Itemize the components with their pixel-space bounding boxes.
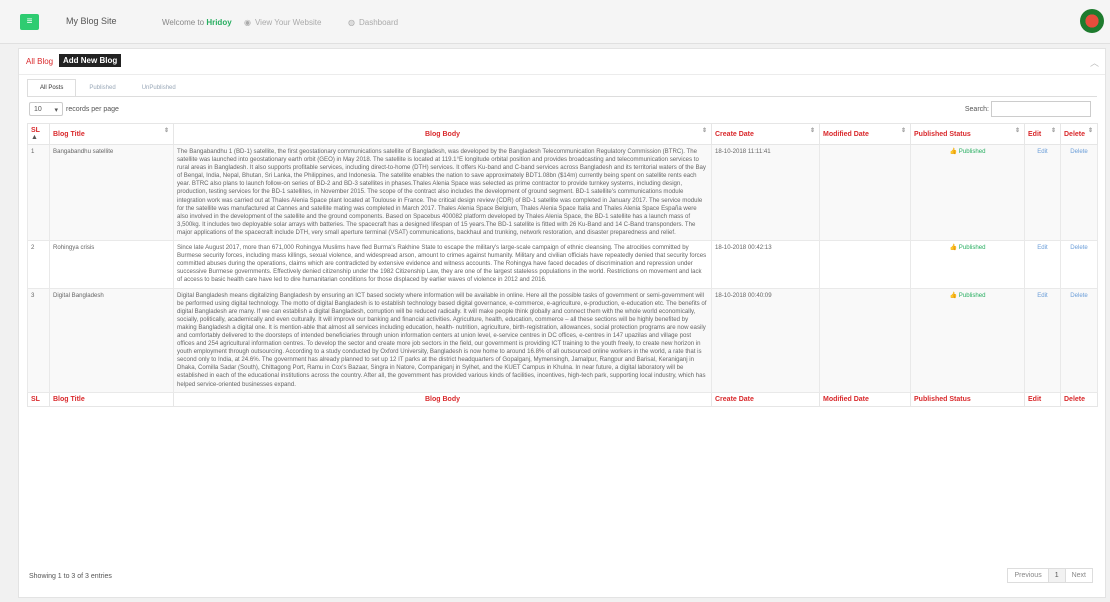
cell-create-date: 18-10-2018 00:42:13 (711, 240, 820, 289)
table-footer-row: SL Blog Title Blog Body Create Date Modi… (27, 391, 1098, 407)
welcome-prefix: Welcome to (162, 18, 207, 27)
records-label: records per page (66, 105, 119, 113)
search-input[interactable] (991, 101, 1091, 117)
panel-title: All Blog (26, 57, 54, 66)
cell-modified-date (819, 143, 911, 242)
status-badge: Published (958, 291, 986, 299)
thumbs-up-icon: 👍 (949, 291, 958, 299)
add-new-blog-button[interactable]: Add New Blog (59, 54, 122, 67)
status-badge: Published (958, 244, 986, 252)
delete-link[interactable]: Delete (1060, 143, 1098, 242)
page-1-button[interactable]: 1 (1047, 568, 1066, 583)
previous-button[interactable]: Previous (1007, 568, 1049, 583)
header-modified-date[interactable]: Modified Date ⇕ (819, 123, 911, 145)
records-value: 10 (34, 106, 42, 113)
tab-all-posts[interactable]: All Posts (27, 79, 77, 97)
thumbs-up-icon: 👍 (949, 244, 958, 252)
cell-body: Digital Bangladesh means digitalizing Ba… (173, 287, 712, 393)
cell-status: 👍 Published (910, 240, 1025, 289)
cell-status: 👍 Published (910, 287, 1025, 393)
header-status[interactable]: Published Status ⇕ (910, 123, 1025, 145)
user-name: Hridoy (206, 18, 232, 27)
edit-link[interactable]: Edit (1024, 240, 1061, 289)
header-body[interactable]: Blog Body ⇕ (173, 123, 712, 145)
table-header-row: SL ▲ Blog Title ⇕ Blog Body ⇕ Create Date ⇕… (27, 123, 1098, 145)
cell-modified-date (819, 287, 911, 393)
tab-unpublished[interactable]: UnPublished (129, 79, 189, 97)
cell-create-date: 18-10-2018 00:40:09 (711, 287, 820, 393)
cell-title: Digital Bangladesh (49, 287, 174, 393)
delete-link[interactable]: Delete (1060, 240, 1098, 289)
footer-status: Published Status (910, 391, 1025, 407)
view-website-label: View Your Website (254, 18, 322, 27)
site-name[interactable]: My Blog Site (66, 16, 117, 26)
header-edit[interactable]: Edit ⇕ (1024, 123, 1061, 145)
edit-link[interactable]: Edit (1024, 143, 1061, 242)
welcome-text: Welcome to Hridoy (162, 18, 232, 27)
next-button[interactable]: Next (1064, 568, 1093, 583)
caret-down-icon: ▾ (54, 107, 58, 114)
header-title[interactable]: Blog Title ⇕ (49, 123, 174, 145)
cell-sl: 2 (27, 240, 50, 289)
footer-sl: SL (27, 391, 50, 407)
tabs-divider (27, 96, 1097, 97)
panel-header: All Blog Add New Blog ︿ (19, 49, 1105, 75)
header-delete[interactable]: Delete ⇕ (1060, 123, 1098, 145)
edit-link[interactable]: Edit (1024, 287, 1061, 393)
chevron-up-icon[interactable]: ︿ (1090, 56, 1099, 69)
eye-icon: ◉ (244, 18, 251, 27)
cell-title: Rohingya crisis (49, 240, 174, 289)
search-label: Search: (964, 105, 989, 113)
records-select[interactable]: 10 ▾ (29, 102, 63, 116)
cell-title: Bangabandhu satellite (49, 143, 174, 242)
thumbs-up-icon: 👍 (949, 148, 958, 155)
table-row: 2 Rohingya crisis Since late August 2017… (27, 240, 1098, 289)
pagination: Previous 1 Next (1007, 568, 1093, 583)
cell-body: Since late August 2017, more than 671,00… (173, 240, 712, 289)
cell-body: The Bangabandhu 1 (BD-1) satellite, the … (173, 143, 712, 242)
footer-edit: Edit (1024, 391, 1061, 407)
footer-title: Blog Title (49, 391, 174, 407)
view-website-link[interactable]: ◉ View Your Website (244, 18, 321, 27)
header-sl[interactable]: SL ▲ (27, 123, 50, 145)
blog-table: SL ▲ Blog Title ⇕ Blog Body ⇕ Create Date ⇕… (27, 123, 1098, 407)
menu-toggle-button[interactable]: ≡ (20, 14, 39, 30)
footer-delete: Delete (1060, 391, 1098, 407)
header-create-date[interactable]: Create Date ⇕ (711, 123, 820, 145)
records-per-page: 10 ▾ records per page (29, 102, 119, 116)
cell-sl: 1 (27, 143, 50, 242)
blog-panel: All Blog Add New Blog ︿ All Posts Publis… (18, 48, 1106, 598)
tab-bar: All Posts Published UnPublished (27, 79, 189, 97)
cell-status: 👍 Published (910, 143, 1025, 242)
dashboard-link[interactable]: ◍ Dashboard (348, 18, 398, 27)
footer-modified-date: Modified Date (819, 391, 911, 407)
avatar[interactable] (1080, 9, 1104, 33)
status-badge: Published (958, 148, 986, 155)
dashboard-label: Dashboard (358, 18, 399, 27)
footer-body: Blog Body (173, 391, 712, 407)
dashboard-icon: ◍ (348, 18, 355, 27)
top-navbar: ≡ My Blog Site Welcome to Hridoy ◉ View Y… (0, 0, 1110, 44)
footer-create-date: Create Date (711, 391, 820, 407)
cell-modified-date (819, 240, 911, 289)
table-info: Showing 1 to 3 of 3 entries (29, 573, 112, 580)
cell-sl: 3 (27, 287, 50, 393)
hamburger-icon: ≡ (26, 16, 33, 27)
table-row: 1 Bangabandhu satellite The Bangabandhu … (27, 143, 1098, 242)
tab-published[interactable]: Published (76, 79, 128, 97)
cell-create-date: 18-10-2018 11:11:41 (711, 143, 820, 242)
table-row: 3 Digital Bangladesh Digital Bangladesh … (27, 287, 1098, 393)
delete-link[interactable]: Delete (1060, 287, 1098, 393)
search-box: Search: (965, 101, 1091, 117)
